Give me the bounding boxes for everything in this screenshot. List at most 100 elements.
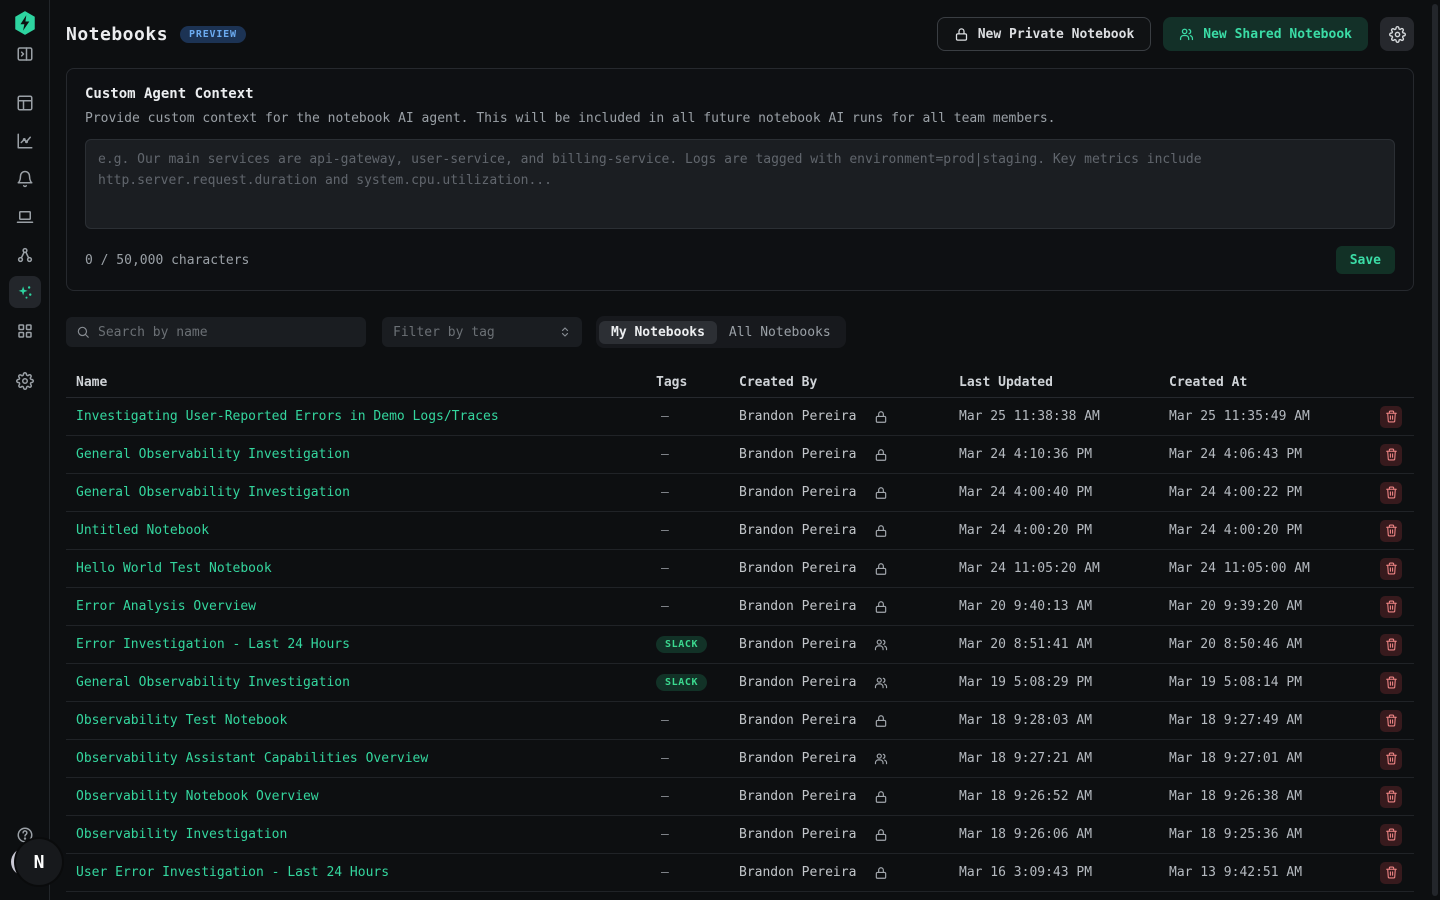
delete-notebook-button[interactable]	[1380, 824, 1402, 846]
delete-notebook-button[interactable]	[1380, 558, 1402, 580]
notebook-name-link[interactable]: Hello World Test Notebook	[76, 561, 272, 576]
table-icon[interactable]	[15, 93, 35, 113]
col-tags: Tags	[656, 375, 739, 390]
delete-notebook-button[interactable]	[1380, 710, 1402, 732]
tag-cell: —	[656, 827, 739, 842]
created-at-cell: Mar 18 9:26:38 AM	[1169, 789, 1368, 804]
tag-badge: SLACK	[656, 636, 707, 653]
creator-name: Brandon Pereira	[739, 599, 856, 614]
tag-cell: —	[656, 409, 739, 424]
lock-icon	[874, 600, 888, 614]
save-button[interactable]: Save	[1336, 246, 1395, 274]
page-title: Notebooks	[66, 24, 168, 45]
custom-agent-context-card: Custom Agent Context Provide custom cont…	[66, 68, 1414, 291]
trash-icon	[1385, 486, 1398, 499]
notebook-settings-button[interactable]	[1380, 17, 1414, 51]
table-row[interactable]: General Observability Investigation SLAC…	[66, 664, 1414, 702]
app-logo-icon[interactable]	[12, 10, 38, 36]
last-updated-cell: Mar 18 9:26:06 AM	[959, 827, 1169, 842]
bell-icon[interactable]	[15, 169, 35, 189]
tag-filter-select[interactable]: Filter by tag	[382, 317, 582, 347]
table-row[interactable]: Error Investigation - Last 24 Hours SLAC…	[66, 626, 1414, 664]
delete-notebook-button[interactable]	[1380, 482, 1402, 504]
table-row[interactable]: Untitled Notebook — Brandon Pereira Mar …	[66, 512, 1414, 550]
new-private-notebook-button[interactable]: New Private Notebook	[937, 17, 1152, 51]
tag-cell: —	[656, 789, 739, 804]
search-box[interactable]	[66, 317, 366, 347]
notebook-name-link[interactable]: Observability Notebook Overview	[76, 789, 319, 804]
laptop-icon[interactable]	[15, 207, 35, 227]
notebook-name-link[interactable]: Untitled Notebook	[76, 523, 209, 538]
gear-icon	[1389, 26, 1406, 43]
tag-dash: —	[656, 865, 669, 880]
col-name: Name	[76, 375, 656, 390]
created-by-cell: Brandon Pereira	[739, 827, 959, 842]
notebook-name-link[interactable]: Observability Assistant Capabilities Ove…	[76, 751, 428, 766]
panel-toggle-icon[interactable]	[15, 44, 35, 64]
notebook-name-link[interactable]: User Error Investigation - Last 24 Hours	[76, 865, 389, 880]
notebook-name-link[interactable]: General Observability Investigation	[76, 447, 350, 462]
last-updated-cell: Mar 25 11:38:38 AM	[959, 409, 1169, 424]
notebook-name-link[interactable]: Error Analysis Overview	[76, 599, 256, 614]
delete-notebook-button[interactable]	[1380, 444, 1402, 466]
tab-my-notebooks[interactable]: My Notebooks	[599, 321, 717, 344]
created-at-cell: Mar 18 9:25:36 AM	[1169, 827, 1368, 842]
creator-name: Brandon Pereira	[739, 827, 856, 842]
lock-icon	[874, 486, 888, 500]
agent-context-textarea[interactable]	[85, 139, 1395, 229]
search-icon	[76, 325, 90, 339]
ai-sparkle-icon[interactable]	[9, 276, 41, 308]
table-row[interactable]: User Error Investigation - Last 24 Hours…	[66, 854, 1414, 892]
user-badge[interactable]: N	[16, 839, 62, 885]
table-row[interactable]: Observability Investigation — Brandon Pe…	[66, 816, 1414, 854]
tag-dash: —	[656, 523, 669, 538]
notebook-name-link[interactable]: Observability Test Notebook	[76, 713, 287, 728]
table-row[interactable]: General Observability Investigation — Br…	[66, 474, 1414, 512]
user-badge-letter: N	[34, 852, 45, 873]
notebooks-table: Name Tags Created By Last Updated Create…	[66, 368, 1414, 900]
lock-icon	[874, 562, 888, 576]
delete-notebook-button[interactable]	[1380, 672, 1402, 694]
delete-notebook-button[interactable]	[1380, 748, 1402, 770]
tab-all-notebooks[interactable]: All Notebooks	[717, 321, 843, 344]
delete-notebook-button[interactable]	[1380, 786, 1402, 808]
trash-icon	[1385, 600, 1398, 613]
table-row[interactable]: Error Analysis Overview — Brandon Pereir…	[66, 588, 1414, 626]
notebook-name-link[interactable]: General Observability Investigation	[76, 675, 350, 690]
table-row[interactable]: Observability Test Notebook — Brandon Pe…	[66, 702, 1414, 740]
flow-nodes-icon[interactable]	[15, 245, 35, 265]
lock-icon	[874, 828, 888, 842]
table-row[interactable]: Observability Notebook Overview — Brando…	[66, 778, 1414, 816]
lock-icon	[874, 524, 888, 538]
apps-grid-icon[interactable]	[15, 321, 35, 341]
search-input[interactable]	[98, 325, 356, 340]
delete-notebook-button[interactable]	[1380, 634, 1402, 656]
table-row[interactable]: Investigating User-Reported Errors in De…	[66, 398, 1414, 436]
table-row[interactable]: General Observability Investigation — Br…	[66, 436, 1414, 474]
notebook-name-link[interactable]: Error Investigation - Last 24 Hours	[76, 637, 350, 652]
trash-icon	[1385, 866, 1398, 879]
table-row[interactable]: Hello World Test Notebook — Brandon Pere…	[66, 550, 1414, 588]
delete-notebook-button[interactable]	[1380, 862, 1402, 884]
trash-icon	[1385, 562, 1398, 575]
new-shared-notebook-button[interactable]: New Shared Notebook	[1163, 17, 1368, 51]
table-row[interactable]	[66, 892, 1414, 900]
notebook-name-link[interactable]: Observability Investigation	[76, 827, 287, 842]
delete-notebook-button[interactable]	[1380, 596, 1402, 618]
settings-gear-icon[interactable]	[15, 371, 35, 391]
new-private-notebook-label: New Private Notebook	[978, 27, 1135, 42]
delete-notebook-button[interactable]	[1380, 406, 1402, 428]
tag-dash: —	[656, 713, 669, 728]
created-by-cell: Brandon Pereira	[739, 675, 959, 690]
tag-cell: —	[656, 865, 739, 880]
created-by-cell: Brandon Pereira	[739, 485, 959, 500]
scrollbar[interactable]	[1432, 4, 1438, 896]
table-row[interactable]: Observability Assistant Capabilities Ove…	[66, 740, 1414, 778]
lock-icon	[954, 27, 969, 42]
notebook-scope-tabs: My Notebooks All Notebooks	[596, 316, 846, 348]
metrics-chart-icon[interactable]	[15, 131, 35, 151]
delete-notebook-button[interactable]	[1380, 520, 1402, 542]
notebook-name-link[interactable]: General Observability Investigation	[76, 485, 350, 500]
notebook-name-link[interactable]: Investigating User-Reported Errors in De…	[76, 409, 499, 424]
lock-icon	[874, 790, 888, 804]
